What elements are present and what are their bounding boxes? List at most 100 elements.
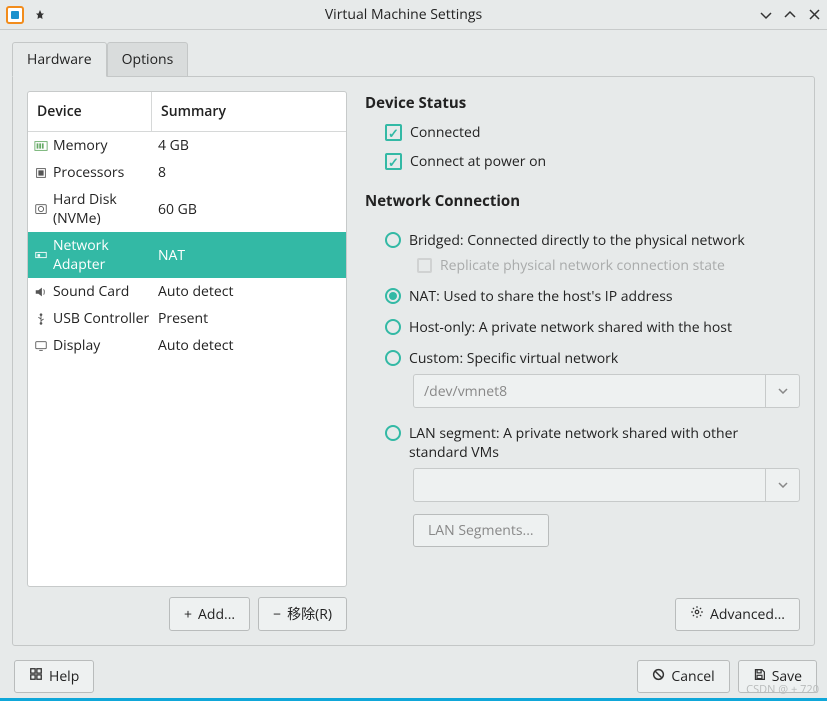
table-rows: Memory 4 GB Processors 8 Hard Disk (NVMe… bbox=[28, 132, 346, 359]
custom-vmnet-dropdown: /dev/vmnet8 bbox=[413, 374, 800, 408]
disk-icon bbox=[34, 202, 48, 216]
col-device: Device bbox=[28, 92, 152, 131]
cpu-icon bbox=[34, 166, 48, 180]
btn-label: Advanced... bbox=[710, 605, 785, 624]
cancel-icon bbox=[652, 667, 665, 686]
table-header: Device Summary bbox=[28, 92, 346, 132]
tabs: Hardware Options bbox=[12, 42, 815, 77]
cell-summary: 4 GB bbox=[152, 136, 340, 155]
cell-label: Processors bbox=[53, 163, 124, 182]
row-processors[interactable]: Processors 8 bbox=[28, 159, 346, 186]
btn-label: Help bbox=[49, 667, 79, 686]
radio-nat[interactable]: NAT: Used to share the host's IP address bbox=[385, 287, 800, 306]
cancel-button[interactable]: Cancel bbox=[637, 660, 729, 693]
cell-summary: 8 bbox=[152, 163, 340, 182]
usb-icon bbox=[34, 312, 48, 326]
checkbox-icon bbox=[417, 258, 432, 273]
add-button[interactable]: + Add... bbox=[169, 597, 250, 631]
minus-icon: − bbox=[273, 605, 281, 624]
window-controls bbox=[759, 8, 821, 22]
checkbox-icon: ✓ bbox=[385, 153, 402, 170]
row-memory[interactable]: Memory 4 GB bbox=[28, 132, 346, 159]
row-display[interactable]: Display Auto detect bbox=[28, 332, 346, 359]
cell-summary: 60 GB bbox=[152, 200, 340, 219]
radio-label: Host-only: A private network shared with… bbox=[409, 318, 732, 337]
dropdown-value: /dev/vmnet8 bbox=[424, 382, 507, 401]
cell-label: Network Adapter bbox=[53, 236, 152, 274]
col-summary: Summary bbox=[152, 92, 346, 131]
detail-panel: Device Status ✓ Connected ✓ Connect at p… bbox=[365, 91, 800, 631]
radio-label: Custom: Specific virtual network bbox=[409, 349, 618, 368]
cell-label: USB Controller bbox=[53, 309, 149, 328]
app-icon bbox=[6, 6, 24, 24]
titlebar: Virtual Machine Settings bbox=[0, 0, 827, 30]
row-sound-card[interactable]: Sound Card Auto detect bbox=[28, 278, 346, 305]
chevron-down-icon bbox=[765, 375, 799, 407]
advanced-row: Advanced... bbox=[365, 598, 800, 631]
footer: Help Cancel Save bbox=[0, 652, 827, 700]
chevron-down-icon bbox=[765, 469, 799, 501]
lan-segments-button: LAN Segments... bbox=[413, 514, 549, 547]
btn-label: 移除(R) bbox=[287, 604, 332, 624]
device-buttons: + Add... −移除(R) bbox=[27, 597, 347, 631]
row-usb-controller[interactable]: USB Controller Present bbox=[28, 305, 346, 332]
maximize-icon[interactable] bbox=[783, 8, 797, 22]
check-label: Connect at power on bbox=[410, 152, 546, 171]
radio-icon bbox=[385, 232, 401, 248]
check-label: Replicate physical network connection st… bbox=[440, 256, 725, 275]
check-connect-at-power-on[interactable]: ✓ Connect at power on bbox=[385, 152, 800, 171]
check-replicate: Replicate physical network connection st… bbox=[417, 256, 800, 275]
radio-icon bbox=[385, 319, 401, 335]
radio-label: Bridged: Connected directly to the physi… bbox=[409, 231, 745, 250]
device-column: Device Summary Memory 4 GB Processors 8 … bbox=[27, 91, 347, 631]
radio-icon bbox=[385, 350, 401, 366]
device-status-title: Device Status bbox=[365, 93, 800, 113]
watermark: CSDN @ + 720 bbox=[746, 682, 819, 697]
tab-options[interactable]: Options bbox=[107, 42, 189, 77]
minimize-icon[interactable] bbox=[759, 8, 773, 22]
radio-icon bbox=[385, 288, 401, 304]
lan-segments-row: LAN Segments... bbox=[413, 514, 800, 547]
radio-icon bbox=[385, 425, 401, 441]
gear-icon bbox=[690, 605, 704, 624]
help-button[interactable]: Help bbox=[14, 660, 94, 693]
remove-button[interactable]: −移除(R) bbox=[258, 597, 347, 631]
display-icon bbox=[34, 339, 48, 353]
radio-bridged[interactable]: Bridged: Connected directly to the physi… bbox=[385, 231, 800, 250]
device-table: Device Summary Memory 4 GB Processors 8 … bbox=[27, 91, 347, 587]
hardware-panel: Device Summary Memory 4 GB Processors 8 … bbox=[12, 76, 815, 646]
lan-segment-dropdown bbox=[413, 468, 800, 502]
cell-summary: Present bbox=[152, 309, 340, 328]
network-icon bbox=[34, 248, 48, 262]
cell-label: Display bbox=[53, 336, 100, 355]
advanced-button[interactable]: Advanced... bbox=[675, 598, 800, 631]
row-network-adapter[interactable]: Network Adapter NAT bbox=[28, 232, 346, 278]
content: Hardware Options Device Summary Memory 4… bbox=[0, 30, 827, 652]
sound-icon bbox=[34, 285, 48, 299]
window-title: Virtual Machine Settings bbox=[48, 5, 759, 24]
radio-custom[interactable]: Custom: Specific virtual network bbox=[385, 349, 800, 368]
pin-icon[interactable] bbox=[32, 7, 48, 23]
cell-summary: NAT bbox=[152, 246, 340, 265]
cell-label: Sound Card bbox=[53, 282, 129, 301]
radio-label: LAN segment: A private network shared wi… bbox=[409, 424, 800, 462]
cell-summary: Auto detect bbox=[152, 336, 340, 355]
radio-lan-segment[interactable]: LAN segment: A private network shared wi… bbox=[385, 424, 800, 462]
btn-label: Add... bbox=[198, 605, 235, 624]
check-label: Connected bbox=[410, 123, 480, 142]
radio-label: NAT: Used to share the host's IP address bbox=[409, 287, 673, 306]
cell-summary: Auto detect bbox=[152, 282, 340, 301]
tab-hardware[interactable]: Hardware bbox=[12, 42, 107, 77]
plus-icon: + bbox=[184, 605, 192, 624]
cell-label: Memory bbox=[53, 136, 108, 155]
btn-label: Cancel bbox=[671, 667, 714, 686]
memory-icon bbox=[34, 139, 48, 153]
close-icon[interactable] bbox=[807, 8, 821, 22]
row-hard-disk[interactable]: Hard Disk (NVMe) 60 GB bbox=[28, 186, 346, 232]
checkbox-icon: ✓ bbox=[385, 124, 402, 141]
help-icon bbox=[29, 667, 43, 686]
radio-host-only[interactable]: Host-only: A private network shared with… bbox=[385, 318, 800, 337]
check-connected[interactable]: ✓ Connected bbox=[385, 123, 800, 142]
btn-label: LAN Segments... bbox=[428, 521, 534, 540]
cell-label: Hard Disk (NVMe) bbox=[53, 190, 152, 228]
